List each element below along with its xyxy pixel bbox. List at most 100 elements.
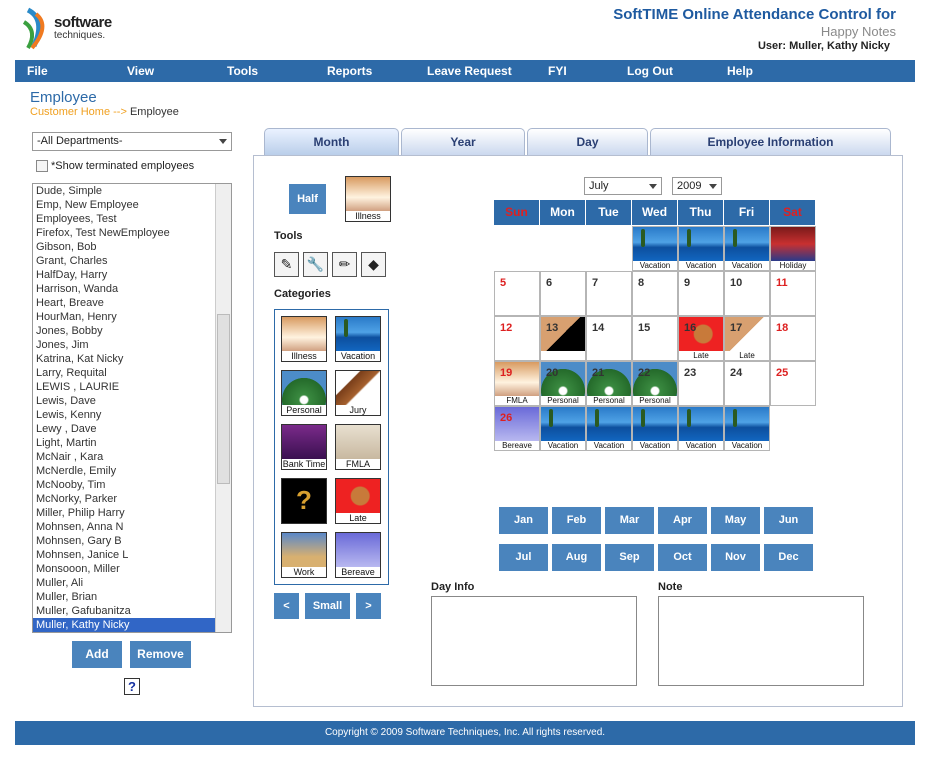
calendar-day[interactable]: 19 FMLA bbox=[494, 361, 540, 406]
calendar-day[interactable]: 8 bbox=[632, 271, 678, 316]
calendar-day[interactable]: Vacation bbox=[540, 406, 586, 451]
calendar-day[interactable]: 24 bbox=[724, 361, 770, 406]
menu-view[interactable]: View bbox=[127, 64, 154, 78]
employee-list-item[interactable]: Grant, Charles bbox=[33, 254, 231, 268]
employee-list-item[interactable]: Gibson, Bob bbox=[33, 240, 231, 254]
employee-list-item[interactable]: Katrina, Kat Nicky bbox=[33, 352, 231, 366]
calendar-day[interactable]: 26 Bereave bbox=[494, 406, 540, 451]
menu-log-out[interactable]: Log Out bbox=[627, 64, 673, 78]
calendar-day[interactable]: Vacation bbox=[586, 406, 632, 451]
calendar-day[interactable]: Vacation bbox=[678, 226, 724, 271]
warning-icon[interactable]: ◆ bbox=[361, 252, 386, 277]
calendar-day[interactable]: Vacation bbox=[632, 406, 678, 451]
month-button-may[interactable]: May bbox=[711, 507, 760, 534]
employee-list-item[interactable]: Larry, Requital bbox=[33, 366, 231, 380]
help-icon[interactable]: ? bbox=[124, 678, 140, 695]
next-button[interactable]: > bbox=[356, 593, 381, 619]
category-work[interactable]: Work bbox=[281, 532, 327, 578]
employee-list-item[interactable]: Muller, Ali bbox=[33, 576, 231, 590]
menu-fyi[interactable]: FYI bbox=[548, 64, 567, 78]
employee-list-item[interactable]: Muller, Kathy Nicky bbox=[33, 618, 231, 632]
employee-list-item[interactable]: Lewis, Kenny bbox=[33, 408, 231, 422]
employee-list-item[interactable]: McNooby, Tim bbox=[33, 478, 231, 492]
category-bereave[interactable]: Bereave bbox=[335, 532, 381, 578]
employee-list-item[interactable]: McNerdle, Emily bbox=[33, 464, 231, 478]
tab-employee-information[interactable]: Employee Information bbox=[650, 128, 891, 156]
wrench-icon[interactable]: 🔧 bbox=[303, 252, 328, 277]
calendar-day[interactable]: Holiday bbox=[770, 226, 816, 271]
employee-list-item[interactable]: Monsooon, Miller bbox=[33, 562, 231, 576]
calendar-day[interactable]: 11 bbox=[770, 271, 816, 316]
month-button-jun[interactable]: Jun bbox=[764, 507, 813, 534]
employee-list-item[interactable]: HourMan, Henry bbox=[33, 310, 231, 324]
calendar-day[interactable]: 14 bbox=[586, 316, 632, 361]
calendar-day[interactable]: 22 Personal bbox=[632, 361, 678, 406]
employee-list-item[interactable]: Lewis, Dave bbox=[33, 394, 231, 408]
month-button-oct[interactable]: Oct bbox=[658, 544, 707, 571]
calendar-day[interactable]: 9 bbox=[678, 271, 724, 316]
employee-list-item[interactable]: Emp, New Employee bbox=[33, 198, 231, 212]
scrollbar-thumb[interactable] bbox=[217, 314, 230, 484]
half-day-button[interactable]: Half bbox=[289, 184, 326, 214]
calendar-day[interactable]: 18 bbox=[770, 316, 816, 361]
employee-list-item[interactable]: Mohnsen, Janice L bbox=[33, 548, 231, 562]
calendar-day[interactable]: 25 bbox=[770, 361, 816, 406]
month-button-nov[interactable]: Nov bbox=[711, 544, 760, 571]
department-select[interactable]: -All Departments- bbox=[32, 132, 232, 151]
month-button-apr[interactable]: Apr bbox=[658, 507, 707, 534]
category-illness[interactable]: Illness bbox=[281, 316, 327, 362]
employee-list-item[interactable]: LEWIS , LAURIE bbox=[33, 380, 231, 394]
employee-list-item[interactable]: Firefox, Test NewEmployee bbox=[33, 226, 231, 240]
menu-help[interactable]: Help bbox=[727, 64, 753, 78]
calendar-day[interactable]: 5 bbox=[494, 271, 540, 316]
tab-year[interactable]: Year bbox=[401, 128, 525, 156]
small-view-button[interactable]: Small bbox=[305, 593, 350, 619]
employee-list-item[interactable]: Heart, Breave bbox=[33, 296, 231, 310]
employee-list-item[interactable]: Jones, Jim bbox=[33, 338, 231, 352]
employee-list-item[interactable]: Mohnsen, Anna N bbox=[33, 520, 231, 534]
menu-tools[interactable]: Tools bbox=[227, 64, 258, 78]
menu-reports[interactable]: Reports bbox=[327, 64, 372, 78]
add-employee-button[interactable]: Add bbox=[72, 641, 122, 668]
month-button-mar[interactable]: Mar bbox=[605, 507, 654, 534]
tab-month[interactable]: Month bbox=[264, 128, 399, 156]
calendar-day[interactable]: 10 bbox=[724, 271, 770, 316]
employee-list-item[interactable]: Light, Martin bbox=[33, 436, 231, 450]
employee-list-item[interactable]: Jones, Bobby bbox=[33, 324, 231, 338]
previous-button[interactable]: < bbox=[274, 593, 299, 619]
calendar-day[interactable]: Vacation bbox=[724, 406, 770, 451]
menu-leave-request[interactable]: Leave Request bbox=[427, 64, 512, 78]
day-info-textarea[interactable] bbox=[431, 596, 637, 686]
tab-day[interactable]: Day bbox=[527, 128, 648, 156]
month-select[interactable]: July bbox=[584, 177, 662, 195]
calendar-day[interactable]: 7 bbox=[586, 271, 632, 316]
calendar-day[interactable]: 23 bbox=[678, 361, 724, 406]
calendar-day[interactable]: Vacation bbox=[678, 406, 724, 451]
pencil-icon[interactable]: ✎ bbox=[274, 252, 299, 277]
employee-list-item[interactable]: McNorky, Parker bbox=[33, 492, 231, 506]
category-vacation[interactable]: Vacation bbox=[335, 316, 381, 362]
category-personal[interactable]: Personal bbox=[281, 370, 327, 416]
calendar-day[interactable]: 12 bbox=[494, 316, 540, 361]
calendar-day[interactable]: 6 bbox=[540, 271, 586, 316]
calendar-day[interactable]: Vacation bbox=[724, 226, 770, 271]
menu-file[interactable]: File bbox=[27, 64, 48, 78]
calendar-day[interactable]: 15 bbox=[632, 316, 678, 361]
employee-list[interactable]: Dude, Simple Emp, New Employee Employees, … bbox=[32, 183, 232, 633]
month-button-dec[interactable]: Dec bbox=[764, 544, 813, 571]
employee-list-item[interactable]: Employees, Test bbox=[33, 212, 231, 226]
month-button-aug[interactable]: Aug bbox=[552, 544, 601, 571]
category-bank-time[interactable]: Bank Time bbox=[281, 424, 327, 470]
employee-list-item[interactable]: HalfDay, Harry bbox=[33, 268, 231, 282]
calendar-day[interactable]: 16 Late bbox=[678, 316, 724, 361]
calendar-day[interactable]: Vacation bbox=[632, 226, 678, 271]
month-button-sep[interactable]: Sep bbox=[605, 544, 654, 571]
breadcrumb-home-link[interactable]: Customer Home --> bbox=[30, 106, 127, 118]
calendar-day[interactable]: 17 Late bbox=[724, 316, 770, 361]
employee-list-scrollbar[interactable] bbox=[215, 184, 231, 632]
employee-list-item[interactable]: Mohnsen, Gary B bbox=[33, 534, 231, 548]
category-late[interactable]: Late bbox=[335, 478, 381, 524]
show-terminated-checkbox[interactable] bbox=[36, 160, 48, 173]
category-fmla[interactable]: FMLA bbox=[335, 424, 381, 470]
pen-icon[interactable]: ✏ bbox=[332, 252, 357, 277]
